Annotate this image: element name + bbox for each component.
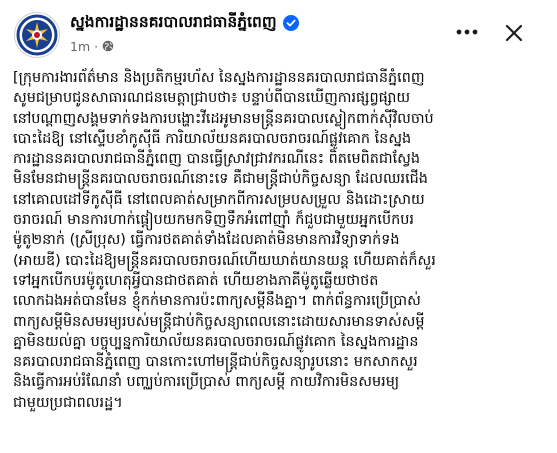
post-body-line: នគរបាលរាជធានីភ្នំពេញ បានកោះហៅមន្ត្រីជាប់… xyxy=(13,354,418,371)
post-time[interactable]: 1m xyxy=(70,39,90,54)
post-body-line: [ក្រុមការងារព័ត៌មាន និងប្រតិកម្មរហ័ស នៃស… xyxy=(13,70,425,86)
post-body-line: និងធ្វើការអប់រំណែនាំ បញ្ឈប់ការប្រើប្រាស់… xyxy=(13,374,400,391)
post-body-line: ចរាចរណ៍ មានការហាក់ផ្តៀបយកមកទិញទឹកអំពៅញ៉ា… xyxy=(13,212,414,229)
post-body-line: មិនមែនជាមន្ត្រីនគរបាលចរាចរណ៍នោះទេ គឺជាមន… xyxy=(13,171,428,188)
page-name[interactable]: ស្នងការដ្ឋាននគរបាលរាជធានីភ្នំពេញ xyxy=(70,12,277,35)
page-name-row: ស្នងការដ្ឋាននគរបាលរាជធានីភ្នំពេញ xyxy=(70,11,299,35)
post-body-line: ពាក្យសម្តីមិនសមរម្យរបស់មន្ត្រីជាប់កិច្ចស… xyxy=(13,313,425,330)
post-body-line: បោះដៃឱ្យ នៅស្ទើបខាំកូស៊ីធី ការិយាល័យនគរប… xyxy=(13,130,412,147)
post-meta: 1m · xyxy=(70,38,114,54)
post-body-line: ជាមួយប្រជាពលរដ្ឋ។ xyxy=(13,394,123,411)
post-body-line: ទៅអ្នកបើកបរម៉ូតូហេតុអ្វីបានជាថតគាត់ ហើយខ… xyxy=(13,272,379,289)
globe-icon xyxy=(102,40,114,52)
meta-separator: · xyxy=(94,38,99,54)
verified-badge-icon xyxy=(282,15,299,31)
post-body-line: (អាយឌី) បោះដៃឱ្យមន្ត្រីនគរបាលចរាចរណ៍ហើយឃ… xyxy=(13,252,436,269)
more-options-icon[interactable] xyxy=(452,18,482,46)
post-body-line: គ្នាមិនយល់គ្នា បច្ចុប្បន្នការិយាល័យនគរបា… xyxy=(13,333,419,350)
page-avatar[interactable] xyxy=(14,12,60,58)
post-body-line: លោកឯងអត់បានមែន ខ្ញុំកក់មានការប៉ះពាក្យសម្… xyxy=(13,293,421,310)
post-body-line: នៅបណ្តាញសង្គមទាក់ទងការបង្ហោះវីដេអូមានមន្… xyxy=(13,110,434,127)
post-header: ស្នងការដ្ឋាននគរបាលរាជធានីភ្នំពេញ 1m · xyxy=(0,0,557,66)
post-body-text: [ក្រុមការងារព័ត៌មាន និងប្រតិកម្មរហ័ស នៃស… xyxy=(13,68,529,448)
post-body-line: ការដ្ឋាននគរបាលរាជធានីភ្នំពេញ បានធ្វើស្រា… xyxy=(13,151,420,168)
close-icon[interactable] xyxy=(499,18,529,48)
post-body-line: ម៉ូតូ២នាក់ (ស្រីប្រុស) ធ្វើការថតគាត់ទាំង… xyxy=(13,232,400,249)
post-body-line: នៅគោលដៅទីកូស៊ីធី នៅពេលគាត់សម្រាកពីការសម្… xyxy=(13,191,425,208)
post-body-line: សូមជម្រាបជូនសាធារណជនមេត្តាជ្រាបថា៖ បន្ទា… xyxy=(13,90,411,107)
police-emblem-icon xyxy=(16,14,58,56)
